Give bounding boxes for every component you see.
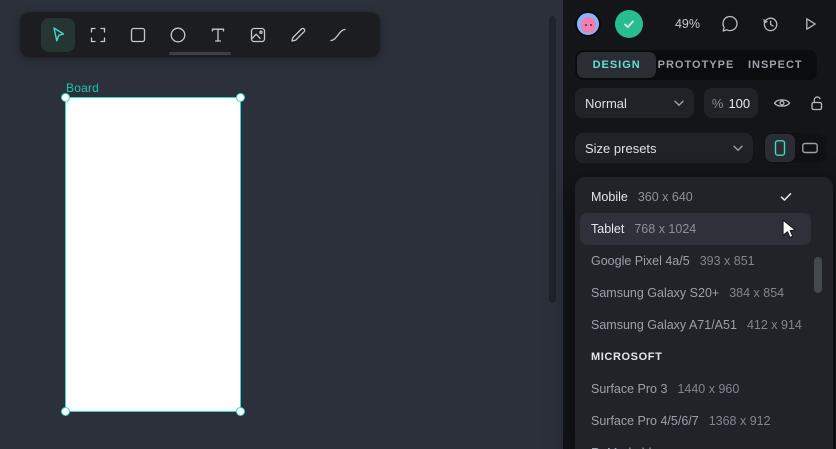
blend-mode-select[interactable]: Normal — [575, 88, 695, 118]
menu-item-tablet[interactable]: Tablet 768 x 1024 — [580, 213, 811, 245]
menu-item-mobile[interactable]: Mobile 360 x 640 — [580, 181, 811, 213]
opacity-value: 100 — [728, 95, 751, 111]
avatar-face — [581, 17, 596, 33]
pencil-tool-button[interactable] — [278, 12, 318, 57]
menu-scrollbar-thumb[interactable] — [814, 257, 822, 293]
tab-design[interactable]: DESIGN — [577, 52, 657, 78]
board-frame[interactable] — [61, 93, 245, 416]
menu-item-surface-pro-3[interactable]: Surface Pro 3 1440 x 960 — [580, 373, 811, 405]
resize-handle-bottom-left[interactable] — [61, 407, 70, 416]
text-tool-button[interactable] — [198, 12, 238, 57]
tools-toolbar — [20, 12, 380, 57]
resize-handle-top-right[interactable] — [236, 93, 245, 102]
unlock-icon[interactable] — [806, 93, 826, 113]
menu-item-remarkable[interactable]: ReMarkable — [580, 437, 811, 449]
ellipse-tool-icon — [161, 18, 195, 52]
portrait-orientation-button[interactable] — [765, 134, 795, 162]
rectangle-tool-button[interactable] — [118, 12, 158, 57]
ellipse-tool-button[interactable] — [158, 12, 198, 57]
cursor-tool-icon — [41, 17, 75, 52]
landscape-orientation-button[interactable] — [795, 134, 825, 162]
resize-handle-top-left[interactable] — [61, 93, 70, 102]
history-icon[interactable] — [760, 14, 780, 34]
chevron-down-icon — [733, 145, 743, 152]
panel-top-bar: 49% — [563, 0, 836, 48]
pencil-tool-icon — [281, 18, 315, 52]
check-icon — [621, 16, 637, 32]
size-presets-row: Size presets — [575, 133, 826, 163]
menu-item-surface-pro-4567[interactable]: Surface Pro 4/5/6/7 1368 x 912 — [580, 405, 811, 437]
play-icon[interactable] — [800, 14, 820, 34]
tab-inspect[interactable]: INSPECT — [736, 52, 815, 78]
opacity-input[interactable]: % 100 — [704, 88, 758, 118]
eye-icon[interactable] — [772, 93, 792, 113]
menu-item-samsung-a71[interactable]: Samsung Galaxy A71/A51 412 x 914 — [580, 309, 811, 341]
confirm-button[interactable] — [615, 10, 643, 38]
resize-handle-bottom-right[interactable] — [236, 407, 245, 416]
rectangle-tool-icon — [121, 18, 155, 52]
curve-tool-icon — [321, 18, 355, 52]
cursor-tool-button[interactable] — [38, 12, 78, 57]
comment-icon[interactable] — [720, 14, 740, 34]
text-tool-icon — [201, 18, 235, 52]
frame-tool-button[interactable] — [78, 12, 118, 57]
menu-item-google-pixel[interactable]: Google Pixel 4a/5 393 x 851 — [580, 245, 811, 277]
frame-tool-icon — [81, 18, 115, 52]
size-presets-label: Size presets — [585, 140, 657, 156]
phone-landscape-icon — [800, 138, 820, 158]
opacity-symbol: % — [711, 95, 724, 111]
toolbar-drag-handle[interactable] — [169, 52, 231, 55]
blend-opacity-row: Normal % 100 — [575, 88, 826, 118]
right-panel: 49% DESIGN PROTOTYPE INSPECT Normal % 10… — [563, 0, 836, 449]
chevron-down-icon — [674, 100, 684, 107]
zoom-level[interactable]: 49% — [675, 17, 700, 31]
curve-tool-button[interactable] — [318, 12, 358, 57]
size-presets-menu: Mobile 360 x 640 Tablet 768 x 1024 Googl… — [575, 177, 833, 449]
board-label[interactable]: Board — [66, 81, 99, 95]
canvas-vertical-scrollbar[interactable] — [549, 16, 556, 303]
mode-tabs: DESIGN PROTOTYPE INSPECT — [575, 50, 817, 80]
menu-item-samsung-s20[interactable]: Samsung Galaxy S20+ 384 x 854 — [580, 277, 811, 309]
canvas-area[interactable]: Board — [0, 0, 563, 449]
user-avatar[interactable] — [575, 11, 601, 37]
image-tool-icon — [241, 18, 275, 52]
orientation-toggle — [764, 133, 826, 163]
phone-portrait-icon — [770, 138, 790, 158]
image-tool-button[interactable] — [238, 12, 278, 57]
checkmark-icon — [780, 192, 792, 202]
blend-mode-value: Normal — [585, 95, 627, 111]
size-presets-select[interactable]: Size presets — [575, 133, 753, 163]
tab-prototype[interactable]: PROTOTYPE — [656, 52, 735, 78]
menu-section-microsoft: MICROSOFT — [591, 351, 663, 363]
